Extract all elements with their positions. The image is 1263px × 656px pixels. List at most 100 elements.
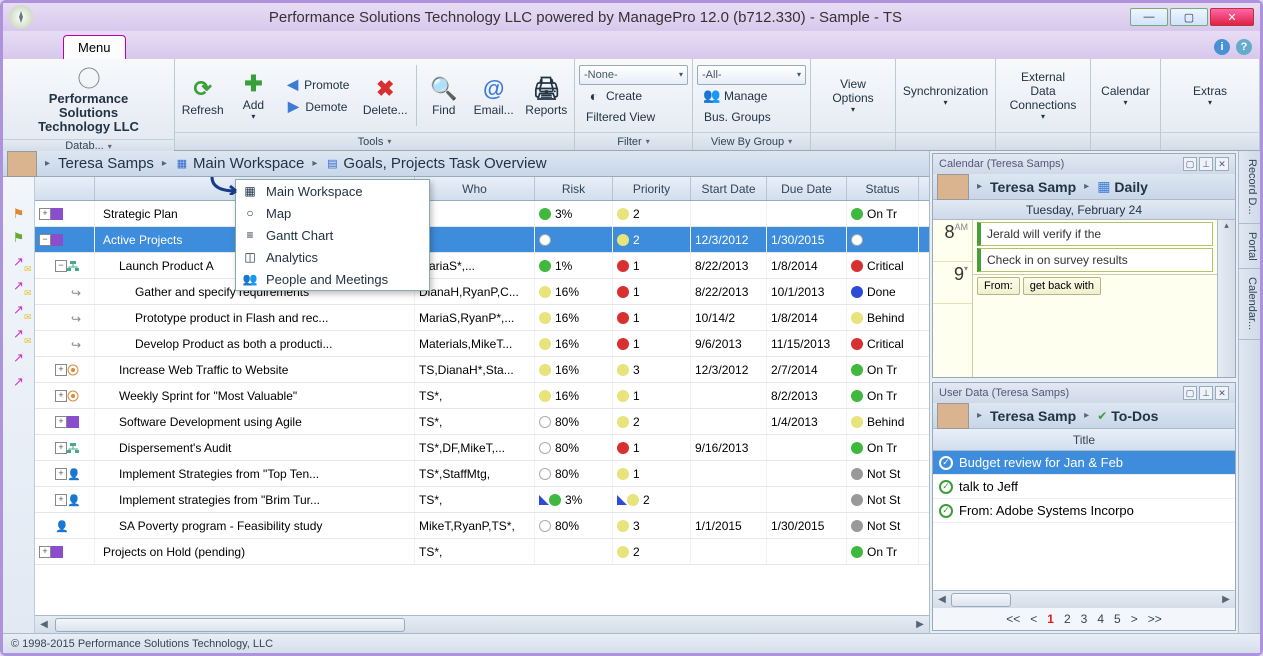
sync-button[interactable]: Synchronization▾ bbox=[898, 61, 993, 130]
pager-first[interactable]: << bbox=[1006, 612, 1020, 626]
tree-toggle-icon[interactable]: + bbox=[55, 442, 67, 454]
priority-cell[interactable]: 2 bbox=[613, 487, 691, 512]
title-cell[interactable]: Develop Product as both a producti... bbox=[95, 331, 415, 356]
tree-cell[interactable]: +👤 bbox=[35, 487, 95, 512]
priority-cell[interactable]: 2 bbox=[613, 539, 691, 564]
todo-hscroll[interactable]: ◀▶ bbox=[933, 590, 1235, 608]
row-marker-icon[interactable] bbox=[8, 179, 30, 201]
title-cell[interactable]: Software Development using Agile bbox=[95, 409, 415, 434]
start-cell[interactable]: 8/22/2013 bbox=[691, 279, 767, 304]
pane-maximize-icon[interactable]: ▢ bbox=[1183, 386, 1197, 400]
due-cell[interactable]: 1/4/2013 bbox=[767, 409, 847, 434]
due-cell[interactable] bbox=[767, 539, 847, 564]
table-row[interactable]: +👤Implement Strategies from "Top Ten...T… bbox=[35, 461, 929, 487]
find-button[interactable]: 🔍Find bbox=[421, 61, 467, 130]
risk-cell[interactable]: 1% bbox=[535, 253, 613, 278]
manage-groups-button[interactable]: 👥Manage bbox=[697, 85, 806, 107]
priority-cell[interactable]: 1 bbox=[613, 253, 691, 278]
table-row[interactable]: ↪Develop Product as both a producti...Ma… bbox=[35, 331, 929, 357]
col-tree[interactable] bbox=[35, 177, 95, 200]
row-marker-icon[interactable]: ⚑ bbox=[8, 227, 30, 249]
pager-last[interactable]: >> bbox=[1148, 612, 1162, 626]
priority-cell[interactable]: 1 bbox=[613, 279, 691, 304]
status-cell[interactable]: On Tr bbox=[847, 357, 919, 382]
table-row[interactable]: ↪Prototype product in Flash and rec...Ma… bbox=[35, 305, 929, 331]
vtab-calendar[interactable]: Calendar... bbox=[1239, 269, 1260, 339]
pane-maximize-icon[interactable]: ▢ bbox=[1183, 157, 1197, 171]
risk-cell[interactable] bbox=[535, 539, 613, 564]
status-cell[interactable]: On Tr bbox=[847, 201, 919, 226]
title-cell[interactable]: Weekly Sprint for "Most Valuable" bbox=[95, 383, 415, 408]
table-row[interactable]: +Projects on Hold (pending)TS*,2On Tr bbox=[35, 539, 929, 565]
crumb-sep-icon[interactable]: ▸ bbox=[41, 158, 54, 169]
risk-cell[interactable]: 80% bbox=[535, 409, 613, 434]
table-row[interactable]: +👤Implement strategies from "Brim Tur...… bbox=[35, 487, 929, 513]
h-scrollbar[interactable]: ◀ ▶ bbox=[35, 615, 929, 633]
filtered-view-button[interactable]: Filtered View bbox=[579, 107, 688, 127]
due-cell[interactable] bbox=[767, 487, 847, 512]
priority-cell[interactable]: 3 bbox=[613, 513, 691, 538]
due-cell[interactable]: 2/7/2014 bbox=[767, 357, 847, 382]
status-cell[interactable]: Critical bbox=[847, 253, 919, 278]
avatar[interactable] bbox=[937, 174, 969, 200]
start-cell[interactable]: 12/3/2012 bbox=[691, 227, 767, 252]
todo-item[interactable]: ✓From: Adobe Systems Incorpo bbox=[933, 499, 1235, 523]
refresh-button[interactable]: ⟳Refresh bbox=[177, 61, 228, 130]
crumb-sep-icon[interactable]: ▸ bbox=[158, 158, 171, 169]
calendar-date-header[interactable]: Tuesday, February 24 bbox=[933, 200, 1235, 220]
priority-cell[interactable]: 1 bbox=[613, 435, 691, 460]
who-cell[interactable]: TS*, bbox=[415, 383, 535, 408]
tree-cell[interactable]: + bbox=[35, 201, 95, 226]
promote-button[interactable]: ◀Promote bbox=[278, 74, 356, 96]
reports-button[interactable]: 🖨Reports bbox=[521, 61, 572, 130]
who-cell[interactable]: DianaH,RyanP,C... bbox=[415, 279, 535, 304]
pane-pin-icon[interactable]: ⊥ bbox=[1199, 386, 1213, 400]
avatar[interactable] bbox=[937, 403, 969, 429]
crumb-workspace[interactable]: ▦Main Workspace bbox=[175, 155, 304, 172]
title-cell[interactable]: Implement Strategies from "Top Ten... bbox=[95, 461, 415, 486]
due-cell[interactable]: 1/30/2015 bbox=[767, 227, 847, 252]
risk-cell[interactable] bbox=[535, 227, 613, 252]
crumb-user[interactable]: Teresa Samps bbox=[58, 155, 154, 172]
table-row[interactable]: 👤SA Poverty program - Feasibility studyM… bbox=[35, 513, 929, 539]
row-marker-icon[interactable]: ⚑ bbox=[8, 203, 30, 225]
menu-tab[interactable]: Menu bbox=[63, 35, 126, 59]
tree-cell[interactable]: + bbox=[35, 409, 95, 434]
info-icon[interactable]: i bbox=[1214, 39, 1230, 55]
filter-combo[interactable]: -None-▾ bbox=[579, 65, 688, 85]
pager-next[interactable]: > bbox=[1131, 612, 1138, 626]
due-cell[interactable]: 8/2/2013 bbox=[767, 383, 847, 408]
who-cell[interactable]: MikeT,RyanP,TS*, bbox=[415, 513, 535, 538]
time-from-button[interactable]: From: bbox=[977, 277, 1020, 295]
todo-header[interactable]: Title bbox=[933, 429, 1235, 451]
who-cell[interactable] bbox=[415, 227, 535, 252]
tree-toggle-icon[interactable]: + bbox=[39, 208, 51, 220]
view-options-button[interactable]: View Options▾ bbox=[813, 61, 893, 130]
col-priority[interactable]: Priority bbox=[613, 177, 691, 200]
dropdown-item[interactable]: 👥People and Meetings bbox=[236, 268, 429, 290]
col-start[interactable]: Start Date bbox=[691, 177, 767, 200]
crumb-view[interactable]: ▤Goals, Projects Task Overview bbox=[325, 155, 546, 172]
table-row[interactable]: +Increase Web Traffic to WebsiteTS,Diana… bbox=[35, 357, 929, 383]
row-marker-icon[interactable]: ↗✉ bbox=[8, 275, 30, 297]
due-cell[interactable] bbox=[767, 435, 847, 460]
userdata-crumb-user[interactable]: Teresa Samp bbox=[990, 408, 1076, 424]
tree-cell[interactable]: ↪ bbox=[35, 331, 95, 356]
maximize-button[interactable]: ▢ bbox=[1170, 8, 1208, 26]
risk-cell[interactable]: 80% bbox=[535, 513, 613, 538]
pane-close-icon[interactable]: ✕ bbox=[1215, 386, 1229, 400]
start-cell[interactable]: 8/22/2013 bbox=[691, 253, 767, 278]
table-row[interactable]: +Dispersement's AuditTS*,DF,MikeT,...80%… bbox=[35, 435, 929, 461]
title-cell[interactable]: Prototype product in Flash and rec... bbox=[95, 305, 415, 330]
tree-toggle-icon[interactable]: − bbox=[55, 260, 67, 272]
risk-cell[interactable]: 3% bbox=[535, 201, 613, 226]
due-cell[interactable] bbox=[767, 201, 847, 226]
tree-toggle-icon[interactable]: + bbox=[55, 494, 67, 506]
close-button[interactable]: ✕ bbox=[1210, 8, 1254, 26]
tree-cell[interactable]: + bbox=[35, 357, 95, 382]
dropdown-item[interactable]: ○Map bbox=[236, 202, 429, 224]
status-cell[interactable]: On Tr bbox=[847, 539, 919, 564]
pager-page[interactable]: 3 bbox=[1081, 612, 1088, 626]
tree-cell[interactable]: 👤 bbox=[35, 513, 95, 538]
who-cell[interactable] bbox=[415, 201, 535, 226]
